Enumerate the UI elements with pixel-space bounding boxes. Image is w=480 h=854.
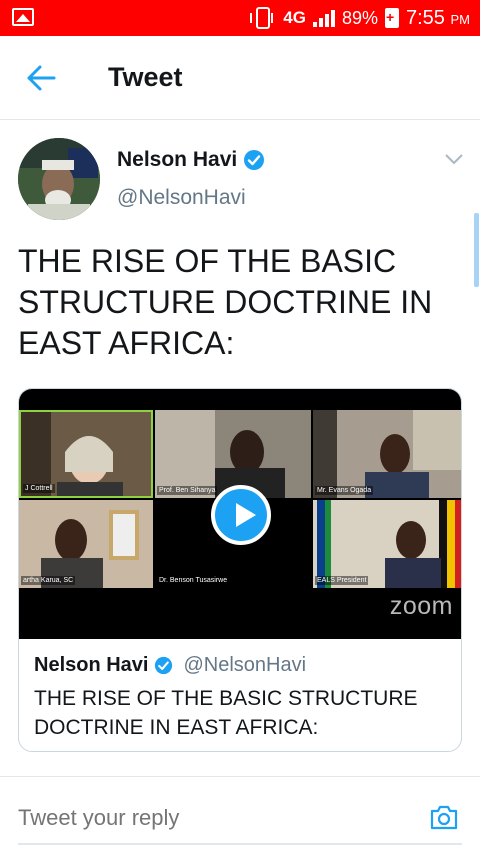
battery-charging-icon	[385, 8, 399, 28]
battery-percent: 89%	[341, 7, 378, 28]
video-tile: J Cottrell	[19, 410, 153, 498]
author-name[interactable]: Nelson Havi	[117, 148, 265, 172]
reply-bar	[0, 776, 480, 854]
play-button[interactable]	[211, 485, 271, 545]
header: Tweet	[0, 36, 480, 120]
video-tile: Prof. Ben Sihanya	[155, 410, 311, 498]
video-tile: Mr. Evans Ogada	[313, 410, 461, 498]
reply-input[interactable]	[18, 805, 306, 831]
video-media[interactable]: J Cottrell Prof. Ben Sihanya Mr. Evans O…	[19, 389, 461, 639]
quoted-tweet-text: THE RISE OF THE BASIC STRUCTURE DOCTRINE…	[34, 687, 418, 739]
participant-label: Prof. Ben Sihanya	[157, 486, 218, 495]
vibrate-icon	[250, 7, 274, 29]
participant-label: artha Karua, SC	[21, 576, 76, 585]
quoted-author: Nelson Havi @NelsonHavi	[34, 654, 306, 677]
signal-icon	[312, 9, 335, 27]
quoted-author-name: Nelson Havi	[34, 654, 149, 676]
verified-badge-icon	[155, 656, 173, 675]
gallery-icon	[12, 8, 34, 26]
page-title: Tweet	[108, 62, 183, 92]
participant-label: Dr. Benson Tusasirwe	[157, 576, 230, 585]
network-type: 4G	[283, 8, 306, 27]
participant-label: J Cottrell	[23, 484, 55, 493]
scrollbar[interactable]	[474, 213, 479, 287]
video-tile: artha Karua, SC	[19, 500, 153, 588]
participant-label: Mr. Evans Ogada	[315, 486, 374, 495]
divider	[18, 843, 462, 845]
status-bar: 4G 89% 7:55 PM	[0, 0, 480, 36]
camera-icon[interactable]	[428, 801, 460, 833]
author-handle[interactable]: @NelsonHavi	[117, 186, 246, 210]
clock: 7:55 PM	[406, 6, 470, 29]
tweet-text: THE RISE OF THE BASIC STRUCTURE DOCTRINE…	[18, 243, 433, 361]
chevron-down-icon[interactable]	[444, 152, 464, 166]
video-tile: EALS President	[313, 500, 461, 588]
zoom-logo: zoom	[389, 592, 453, 620]
verified-badge-icon	[244, 150, 265, 170]
avatar[interactable]	[18, 138, 100, 220]
quoted-tweet-card[interactable]: J Cottrell Prof. Ben Sihanya Mr. Evans O…	[18, 388, 462, 752]
quoted-author-handle: @NelsonHavi	[183, 654, 307, 676]
participant-label: EALS President	[315, 576, 369, 585]
arrow-left-icon[interactable]	[26, 64, 56, 92]
